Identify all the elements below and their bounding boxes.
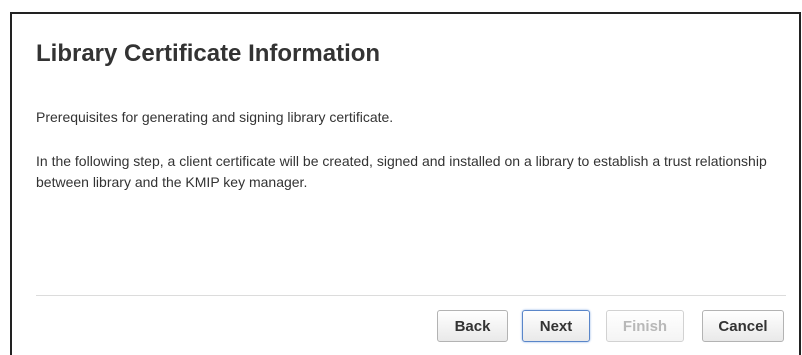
- certificate-wizard-dialog: Library Certificate Information Prerequi…: [10, 12, 801, 355]
- footer-divider: [36, 295, 786, 296]
- finish-button[interactable]: Finish: [606, 310, 684, 342]
- next-button[interactable]: Next: [522, 310, 590, 342]
- back-button[interactable]: Back: [437, 310, 508, 342]
- step-description-text: In the following step, a client certific…: [36, 153, 767, 190]
- prerequisites-text: Prerequisites for generating and signing…: [36, 109, 394, 125]
- cancel-button[interactable]: Cancel: [702, 310, 784, 342]
- dialog-title: Library Certificate Information: [36, 40, 381, 67]
